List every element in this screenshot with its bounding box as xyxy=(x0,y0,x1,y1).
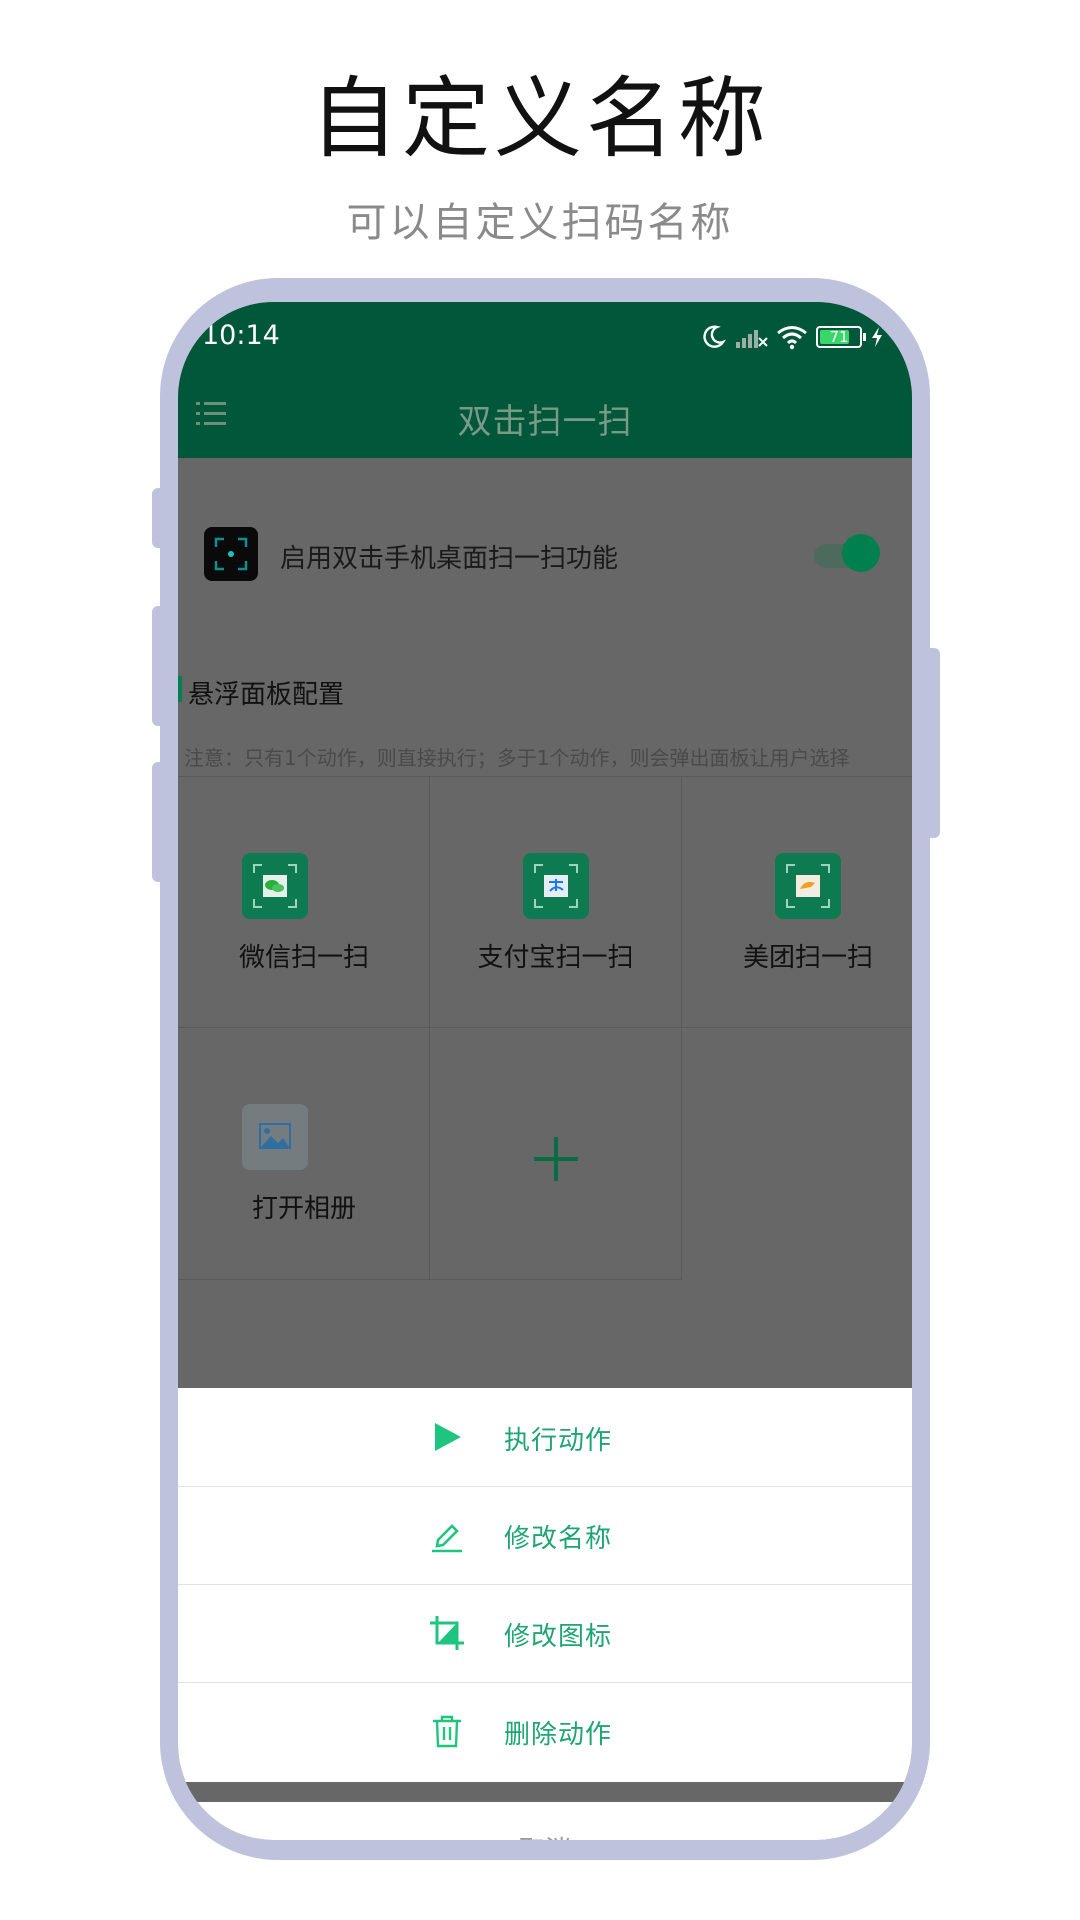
meituan-scan-icon xyxy=(775,853,841,919)
enable-row: 启用双击手机桌面扫一扫功能 xyxy=(178,458,912,608)
action-label: 支付宝扫一扫 xyxy=(477,943,634,973)
edit-icon xyxy=(432,1524,462,1553)
alipay-scan-icon xyxy=(523,853,589,919)
sheet-item-label: 删除动作 xyxy=(504,1720,613,1750)
app-bar: 双击扫一扫 xyxy=(178,374,912,458)
side-button xyxy=(152,606,170,726)
action-cell-wechat[interactable]: 微信扫一扫 xyxy=(178,776,430,1028)
section-accent xyxy=(178,676,182,702)
crop-icon xyxy=(430,1616,464,1650)
wifi-icon xyxy=(777,326,807,350)
action-label: 打开相册 xyxy=(251,1194,356,1224)
battery-level: 71 xyxy=(829,328,849,346)
sheet-item-delete[interactable]: 删除动作 xyxy=(178,1682,912,1780)
sheet-item-execute[interactable]: 执行动作 xyxy=(178,1388,912,1487)
headline: 自定义名称 xyxy=(309,67,770,170)
section-title: 悬浮面板配置 xyxy=(188,680,345,710)
sheet-item-label: 修改图标 xyxy=(504,1622,613,1652)
add-action-cell[interactable] xyxy=(430,1028,682,1280)
action-cell-alipay[interactable]: 支付宝扫一扫 xyxy=(430,776,682,1028)
scan-frame-icon xyxy=(204,527,258,581)
plus-icon xyxy=(534,1137,578,1181)
sheet-item-label: 修改名称 xyxy=(504,1524,613,1554)
status-icons: 71 xyxy=(700,320,884,354)
side-button xyxy=(152,488,170,548)
action-label: 美团扫一扫 xyxy=(742,943,873,973)
battery-icon: 71 xyxy=(816,326,866,348)
notice-text: 注意：只有1个动作，则直接执行；多于1个动作，则会弹出面板让用户选择 xyxy=(184,746,850,770)
toggle-knob xyxy=(842,534,880,572)
status-bar: 10:14 71 xyxy=(178,302,912,374)
charging-icon xyxy=(872,327,882,347)
status-time: 10:14 xyxy=(202,320,280,351)
app-title: 双击扫一扫 xyxy=(457,402,633,442)
album-icon xyxy=(242,1104,308,1170)
action-label: 微信扫一扫 xyxy=(238,943,369,973)
sheet-item-change-icon[interactable]: 修改图标 xyxy=(178,1584,912,1683)
sheet-divider xyxy=(178,1782,912,1802)
sheet-item-label: 执行动作 xyxy=(504,1426,613,1456)
side-button xyxy=(922,648,940,838)
enable-toggle[interactable] xyxy=(814,534,880,572)
cancel-button[interactable]: 取消 xyxy=(178,1802,912,1840)
cancel-label: 取消 xyxy=(519,1836,571,1840)
sheet-item-rename[interactable]: 修改名称 xyxy=(178,1486,912,1585)
battery-tip xyxy=(863,333,866,341)
phone-screen: 10:14 71 双击扫一扫 启用双击手机桌面扫一扫功能 悬浮面板配置 注意：只… xyxy=(178,302,912,1840)
signal-icon xyxy=(736,330,768,348)
action-cell-meituan[interactable]: 美团扫一扫 xyxy=(682,776,912,1028)
action-sheet: 执行动作 修改名称 修改图标 删除动作 xyxy=(178,1388,912,1782)
play-icon xyxy=(435,1423,461,1451)
subline: 可以自定义扫码名称 xyxy=(346,200,734,246)
wechat-scan-icon xyxy=(242,853,308,919)
moon-icon xyxy=(703,325,726,348)
trash-icon xyxy=(433,1715,461,1748)
main-content: 启用双击手机桌面扫一扫功能 悬浮面板配置 注意：只有1个动作，则直接执行；多于1… xyxy=(178,458,912,1388)
action-cell-album[interactable]: 打开相册 xyxy=(178,1028,430,1280)
enable-label: 启用双击手机桌面扫一扫功能 xyxy=(280,544,619,574)
side-button xyxy=(152,762,170,882)
